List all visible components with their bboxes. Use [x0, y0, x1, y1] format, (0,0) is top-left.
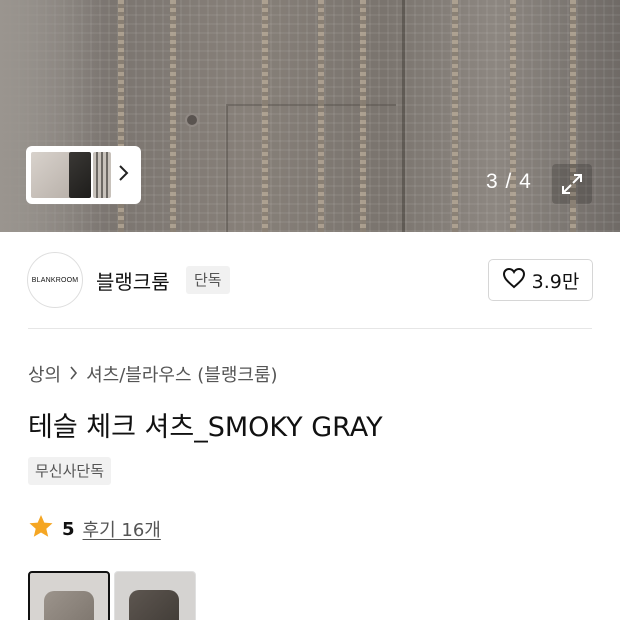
rating-value: 5: [62, 518, 75, 540]
brand-name[interactable]: 블랭크룸: [96, 266, 170, 295]
shirt-pocket: [226, 104, 396, 232]
like-count: 3.9만: [531, 270, 580, 293]
image-counter: 3 / 4: [486, 170, 532, 193]
divider: [28, 328, 592, 329]
thumbnail-black-shirt[interactable]: [69, 152, 91, 198]
product-title: 테슬 체크 셔츠_SMOKY GRAY: [28, 412, 383, 443]
shirt-button: [185, 113, 199, 127]
chevron-right-icon[interactable]: [117, 164, 129, 187]
chevron-right-icon: [69, 364, 78, 385]
product-image[interactable]: 3 / 4: [0, 0, 620, 232]
breadcrumb-subcategory[interactable]: 셔츠/블라우스 (블랭크룸): [86, 361, 277, 387]
breadcrumb-category[interactable]: 상의: [28, 361, 61, 387]
variant-smoky-gray[interactable]: [28, 571, 110, 620]
fabric-stripe: [510, 0, 516, 232]
review-count-link[interactable]: 후기 16개: [83, 516, 161, 542]
exclusive-tag: 무신사단독: [28, 457, 112, 485]
thumbnail-strip[interactable]: [26, 146, 141, 204]
fabric-stripe: [170, 0, 176, 232]
heart-icon: [502, 267, 526, 293]
thumbnail-light-shirt[interactable]: [31, 152, 71, 198]
star-icon: [28, 514, 54, 544]
like-button[interactable]: 3.9만: [488, 259, 593, 301]
color-variants: [28, 571, 196, 620]
expand-icon[interactable]: [552, 164, 592, 204]
fabric-stripe: [452, 0, 458, 232]
variant-image: [129, 590, 179, 620]
shirt-fold: [402, 0, 405, 232]
rating: 5 후기 16개: [28, 514, 161, 544]
brand-logo[interactable]: BLANKROOM: [27, 252, 83, 308]
thumbnail-check-shirt[interactable]: [93, 152, 111, 198]
variant-dark[interactable]: [114, 571, 196, 620]
breadcrumb: 상의 셔츠/블라우스 (블랭크룸): [28, 361, 278, 387]
brand-badge: 단독: [186, 266, 230, 294]
brand-logo-text: BLANKROOM: [31, 276, 79, 284]
variant-image: [44, 591, 94, 620]
